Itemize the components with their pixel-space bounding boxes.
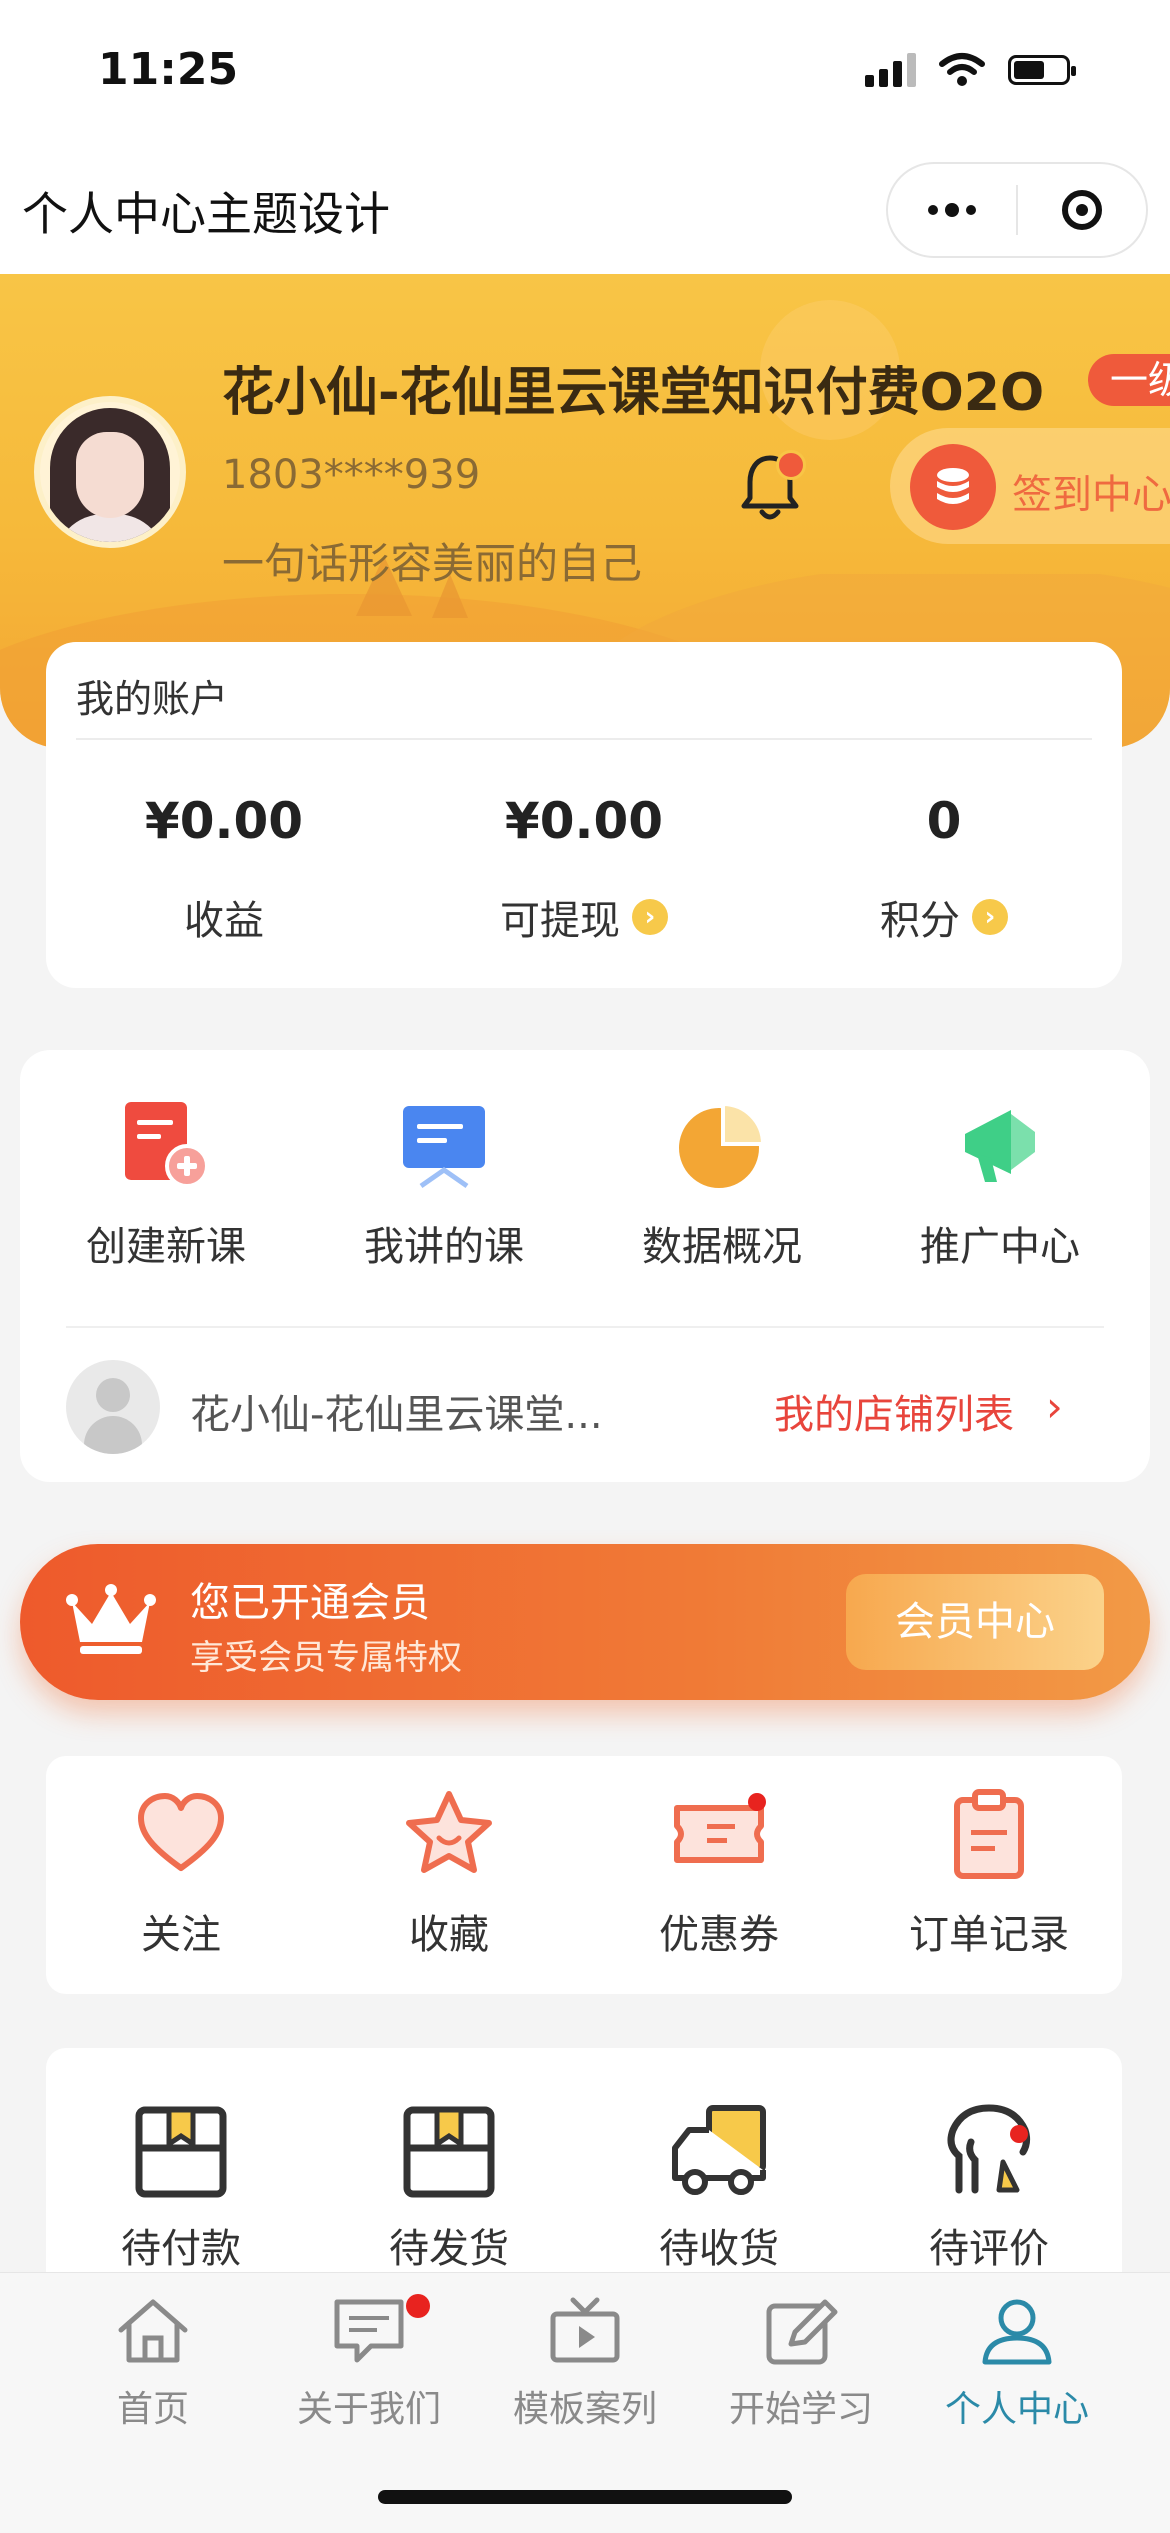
shop-name: 花小仙-花仙里云课堂... (190, 1392, 603, 1438)
shop-avatar (66, 1360, 160, 1454)
chevron-right-icon[interactable]: › (1046, 1382, 1063, 1431)
pending-review-button[interactable]: 待评价 (854, 2100, 1124, 2274)
clipboard-icon (941, 1786, 1037, 1882)
data-overview-icon (677, 1100, 767, 1190)
tab-personal-center[interactable]: 个人中心 (900, 2296, 1134, 2432)
notification-dot (406, 2294, 430, 2318)
my-courses-button[interactable]: 我讲的课 (324, 1100, 564, 1272)
vip-title: 您已开通会员 (190, 1580, 430, 1626)
user-name: 花小仙-花仙里云课堂知识付费O2O (222, 363, 1045, 423)
status-icons (865, 52, 1076, 88)
coins-icon (910, 444, 996, 530)
home-indicator (378, 2490, 792, 2504)
tab-about-us[interactable]: 关于我们 (252, 2296, 486, 2432)
pending-shipment-button[interactable]: 待发货 (314, 2100, 584, 2274)
pending-payment-icon (131, 2100, 231, 2200)
battery-icon (1008, 55, 1076, 85)
my-shop-list-link[interactable]: 我的店铺列表 (774, 1382, 1014, 1440)
cellular-signal-icon (865, 53, 916, 87)
page-title: 个人中心主题设计 (22, 187, 390, 241)
avatar[interactable] (34, 396, 186, 548)
promotion-icon (955, 1100, 1045, 1190)
pending-shipment-icon (399, 2100, 499, 2200)
user-icon (979, 2296, 1055, 2366)
data-overview-button[interactable]: 数据概况 (602, 1100, 842, 1272)
tab-home[interactable]: 首页 (36, 2296, 270, 2432)
tab-start-learning[interactable]: 开始学习 (684, 2296, 918, 2432)
tv-icon (547, 2296, 623, 2366)
heart-icon (133, 1786, 229, 1882)
earnings-label: 收益 (184, 898, 264, 944)
member-center-button[interactable]: 会员中心 (846, 1574, 1104, 1670)
collection-button[interactable]: 收藏 (314, 1786, 584, 1960)
home-icon (115, 2296, 191, 2366)
pending-payment-button[interactable]: 待付款 (46, 2100, 316, 2274)
mini-program-capsule (886, 162, 1148, 258)
follow-button[interactable]: 关注 (46, 1786, 316, 1960)
points-value: 0 (926, 792, 962, 850)
message-icon (331, 2296, 407, 2366)
account-title: 我的账户 (76, 677, 229, 721)
close-program-button[interactable] (1018, 190, 1146, 230)
coupon-icon (671, 1786, 767, 1882)
user-motto: 一句话形容美丽的自己 (222, 539, 643, 588)
review-icon (939, 2100, 1039, 2200)
earnings-value: ¥0.00 (144, 792, 304, 850)
chevron-right-icon: › (632, 899, 668, 935)
tab-templates[interactable]: 模板案列 (468, 2296, 702, 2432)
withdrawable-link[interactable]: 可提现 › (434, 888, 734, 946)
notification-dot (776, 450, 806, 480)
withdrawable-value: ¥0.00 (504, 792, 664, 850)
divider (76, 738, 1092, 740)
order-history-button[interactable]: 订单记录 (854, 1786, 1124, 1960)
divider (66, 1326, 1104, 1328)
signin-center-label: 签到中心 (1012, 472, 1170, 518)
create-course-button[interactable]: 创建新课 (46, 1100, 286, 1272)
user-phone: 1803****939 (222, 452, 481, 498)
star-icon (401, 1786, 497, 1882)
delivery-truck-icon (669, 2100, 769, 2200)
my-courses-icon (399, 1100, 489, 1190)
pending-receipt-button[interactable]: 待收货 (584, 2100, 854, 2274)
vip-subtitle: 享受会员专属特权 (190, 1638, 462, 1678)
wifi-icon (939, 53, 985, 86)
chevron-right-icon: › (972, 899, 1008, 935)
more-menu-button[interactable] (888, 203, 1016, 217)
promotion-center-button[interactable]: 推广中心 (880, 1100, 1120, 1272)
coupon-button[interactable]: 优惠券 (584, 1786, 854, 1960)
create-course-icon (121, 1100, 211, 1190)
level-badge: 一级 (1088, 354, 1170, 406)
status-time: 11:25 (98, 44, 239, 95)
crown-icon (66, 1584, 156, 1654)
points-link[interactable]: 积分 › (794, 888, 1094, 946)
edit-icon (763, 2296, 839, 2366)
